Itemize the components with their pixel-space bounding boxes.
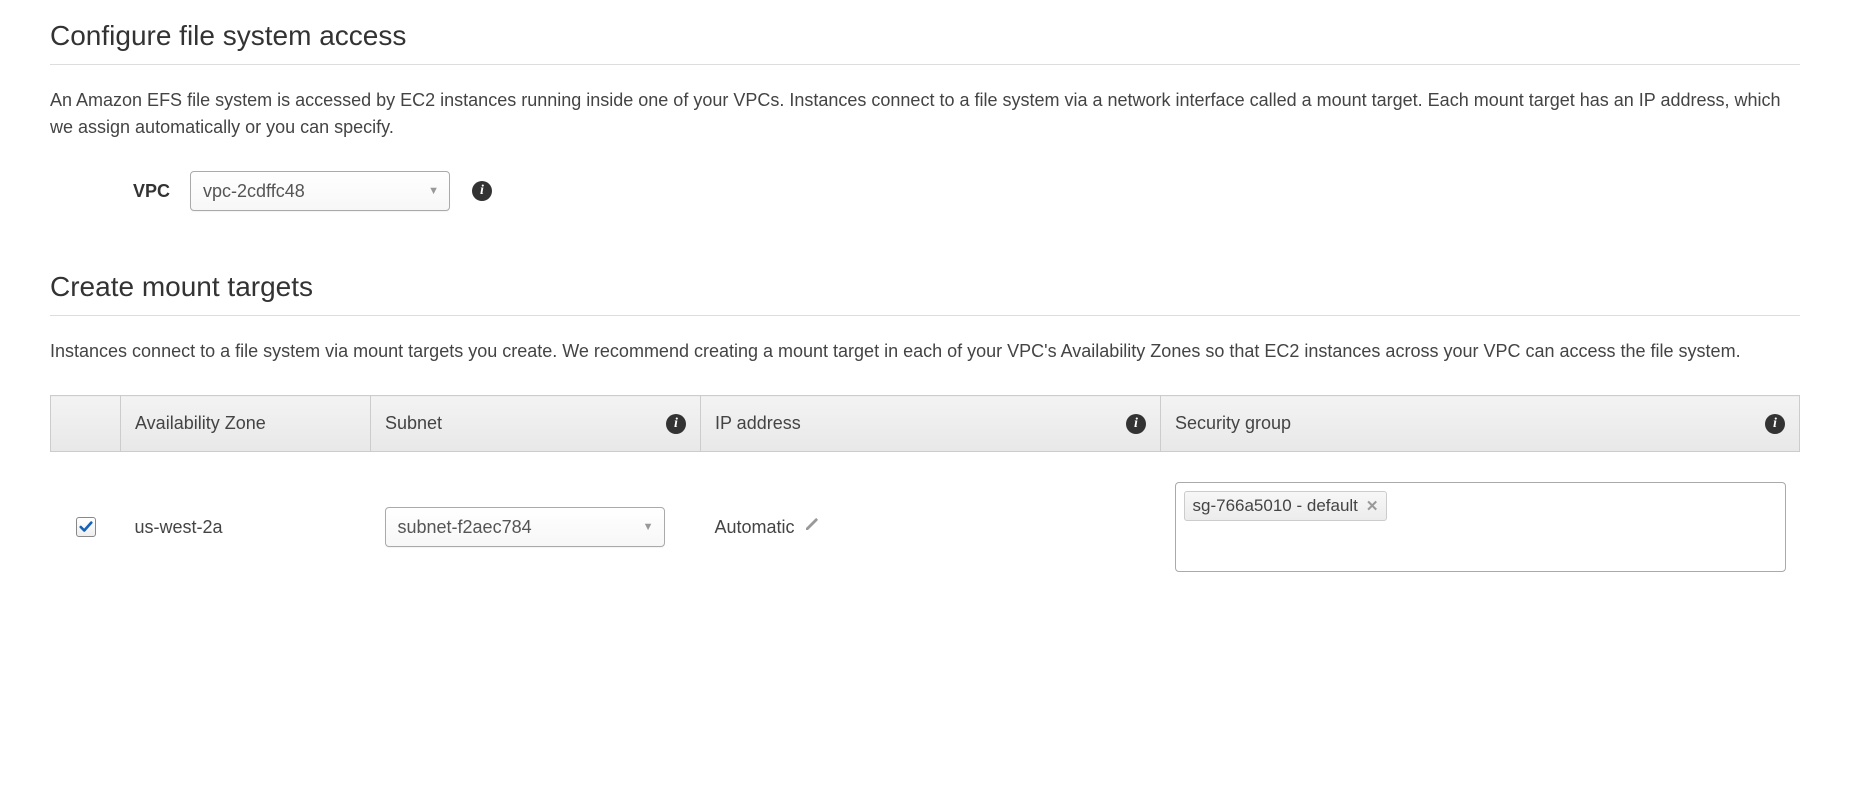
check-icon — [79, 520, 93, 534]
row-checkbox[interactable] — [76, 517, 96, 537]
security-group-box[interactable]: sg-766a5010 - default ✕ — [1175, 482, 1786, 572]
mount-targets-description: Instances connect to a file system via m… — [50, 338, 1800, 365]
caret-down-icon: ▼ — [643, 521, 654, 533]
close-icon[interactable]: ✕ — [1366, 497, 1379, 515]
info-icon[interactable]: i — [1126, 414, 1146, 434]
configure-description: An Amazon EFS file system is accessed by… — [50, 87, 1800, 141]
mount-targets-table: Availability Zone Subnet i IP address i … — [50, 395, 1800, 592]
info-icon[interactable]: i — [472, 181, 492, 201]
vpc-label: VPC — [120, 181, 170, 202]
security-group-tag: sg-766a5010 - default ✕ — [1184, 491, 1388, 521]
subnet-selected-value: subnet-f2aec784 — [398, 517, 532, 538]
th-checkbox — [51, 396, 121, 452]
th-availability-zone: Availability Zone — [121, 396, 371, 452]
info-icon[interactable]: i — [1765, 414, 1785, 434]
th-sg-label: Security group — [1175, 413, 1291, 434]
section-divider — [50, 315, 1800, 316]
vpc-field-row: VPC vpc-2cdffc48 ▼ i — [50, 171, 1800, 211]
info-icon[interactable]: i — [666, 414, 686, 434]
sg-tag-label: sg-766a5010 - default — [1193, 496, 1358, 516]
th-security-group: Security group i — [1161, 396, 1800, 452]
vpc-selected-value: vpc-2cdffc48 — [203, 181, 305, 202]
th-az-label: Availability Zone — [135, 413, 266, 434]
vpc-select[interactable]: vpc-2cdffc48 ▼ — [190, 171, 450, 211]
th-ip-address: IP address i — [701, 396, 1161, 452]
th-subnet-label: Subnet — [385, 413, 442, 434]
section-divider — [50, 64, 1800, 65]
cell-az: us-west-2a — [121, 452, 371, 593]
configure-heading: Configure file system access — [50, 20, 1800, 52]
subnet-select[interactable]: subnet-f2aec784 ▼ — [385, 507, 665, 547]
mount-targets-heading: Create mount targets — [50, 271, 1800, 303]
ip-value: Automatic — [715, 517, 795, 538]
pencil-icon[interactable] — [803, 517, 819, 538]
caret-down-icon: ▼ — [428, 185, 439, 197]
th-subnet: Subnet i — [371, 396, 701, 452]
table-row: us-west-2a subnet-f2aec784 ▼ Automatic — [51, 452, 1800, 593]
th-ip-label: IP address — [715, 413, 801, 434]
